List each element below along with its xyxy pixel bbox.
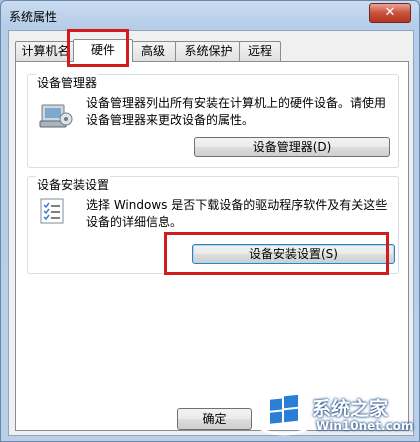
window-title: 系统属性 (9, 10, 58, 24)
device-manager-description: 设备管理器列出所有安装在计算机上的硬件设备。请使用设备管理器来更改设备的属性。 (86, 96, 387, 127)
hardware-tab-highlight (67, 29, 129, 67)
watermark-brand: 系统之家 (312, 398, 389, 420)
watermark: 系统之家 Win10net.com (256, 393, 416, 439)
ok-button[interactable]: 确定 (177, 408, 252, 430)
close-button[interactable]: ✕ (369, 3, 411, 23)
device-manager-button[interactable]: 设备管理器(D) (194, 137, 390, 157)
device-manager-group: 设备管理器 设备管理器列出所有安装在计算机上的硬件设备。请使用设备管理器来更改设… (27, 74, 399, 168)
title-bar[interactable]: 系统属性 ✕ (1, 1, 419, 29)
windows-logo-icon (258, 395, 310, 436)
device-manager-icon (39, 104, 73, 128)
tab-advanced[interactable]: 高级 (128, 41, 178, 61)
device-install-group-title: 设备安装设置 (36, 176, 111, 193)
install-button-highlight (164, 232, 389, 275)
tab-system-protection[interactable]: 系统保护 (175, 41, 242, 61)
tab-remote[interactable]: 远程 (239, 41, 281, 61)
system-properties-window: 系统属性 ✕ 计算机名 硬件 高级 系统保护 远程 设备管理器 设备管理器列出所 (0, 0, 420, 442)
checklist-icon (40, 198, 64, 224)
device-install-description: 选择 Windows 是否下载设备的驱动程序软件及有关这些设备的详细信息。 (86, 198, 388, 229)
watermark-url: Win10net.com (316, 419, 414, 433)
device-manager-group-title: 设备管理器 (36, 74, 99, 91)
